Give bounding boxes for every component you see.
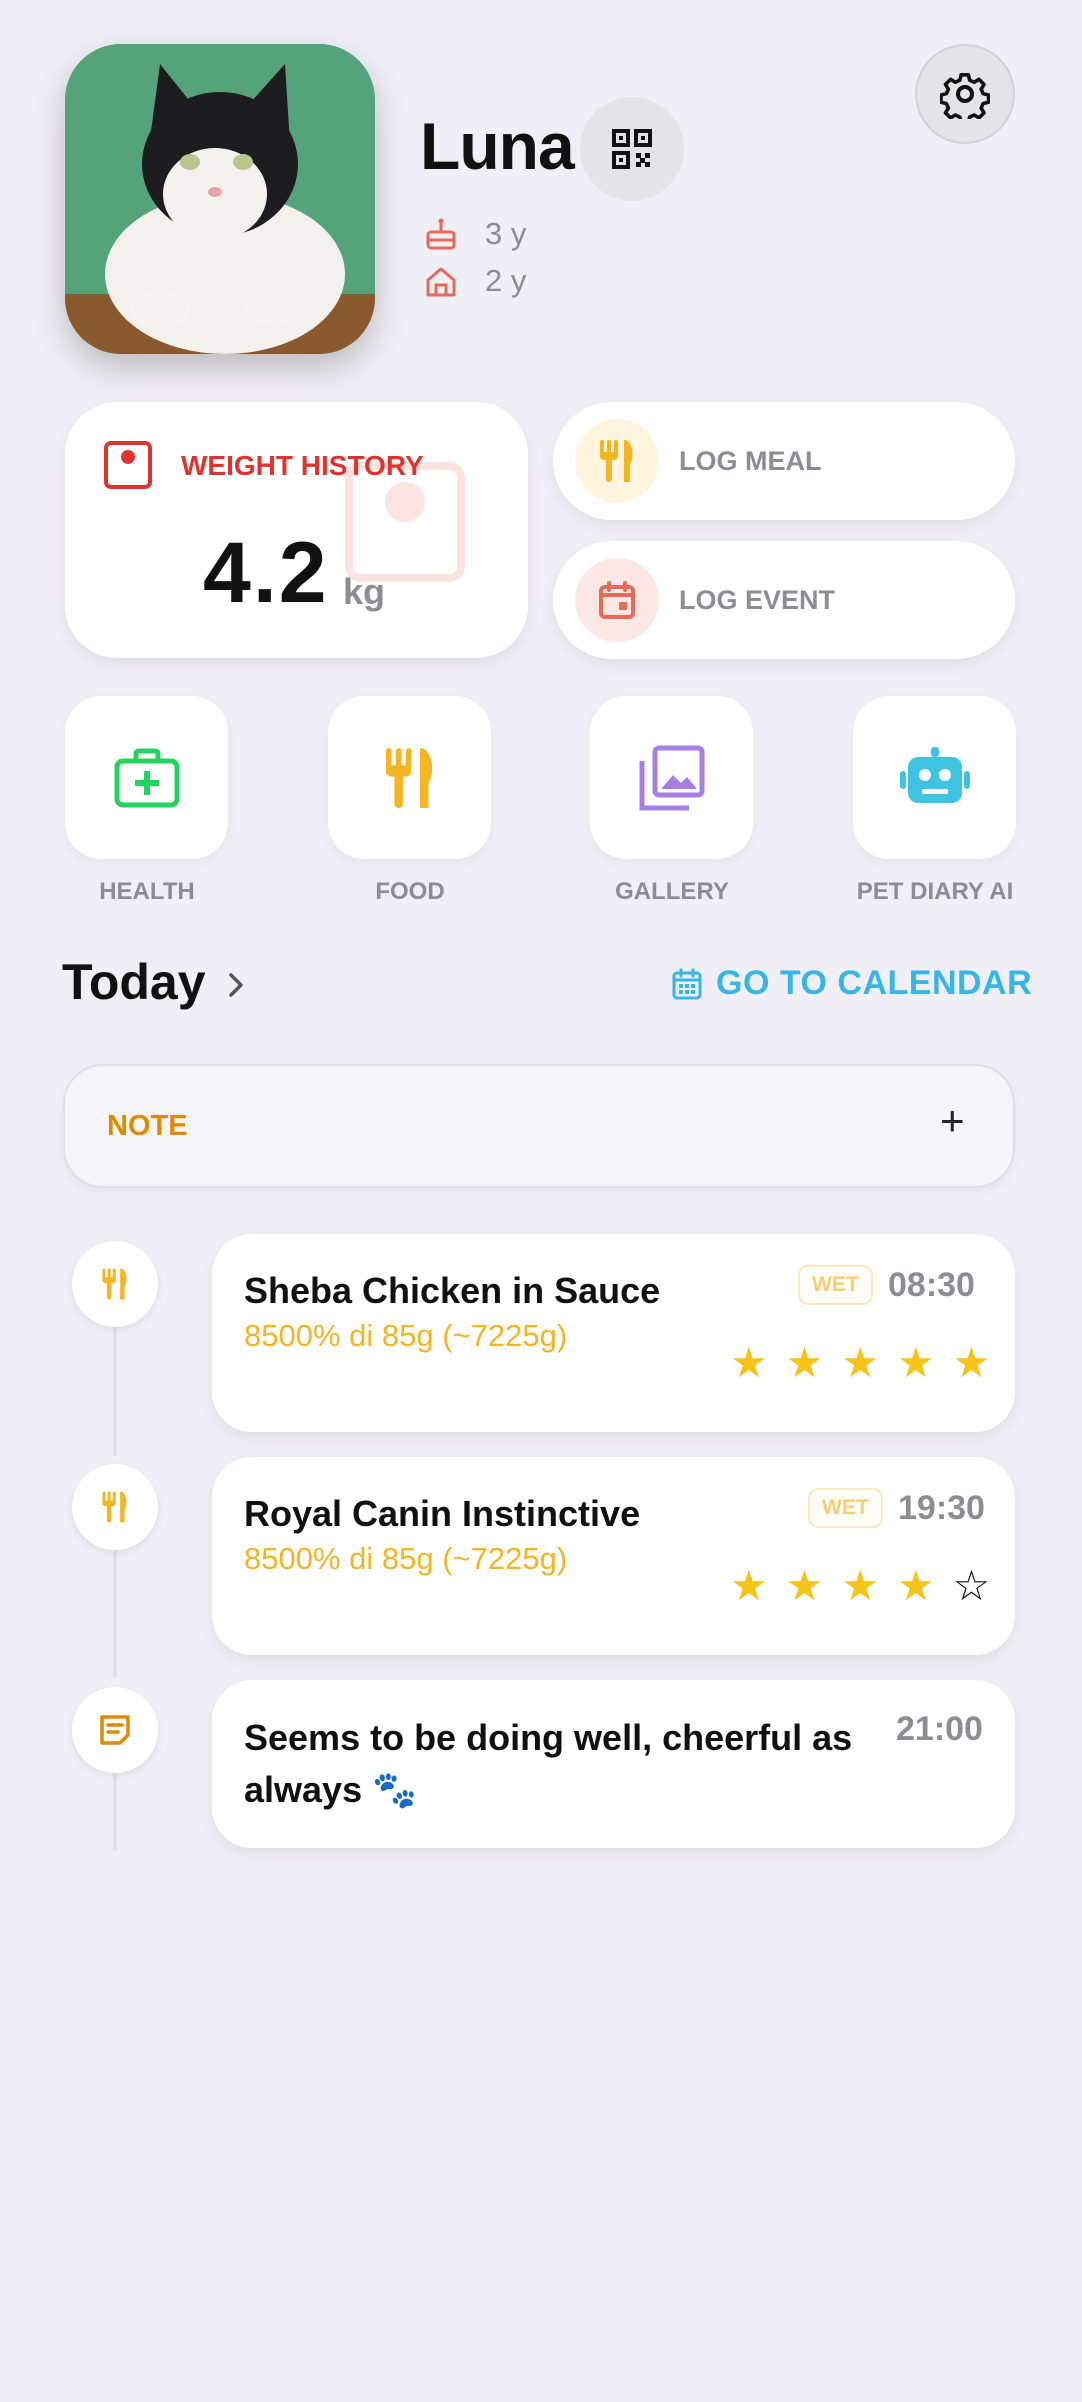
pet-age-row: 3 y — [423, 214, 526, 254]
cat-photo — [65, 44, 375, 354]
entry-portion: 8500% di 85g (~7225g) — [244, 1541, 568, 1576]
cake-icon — [426, 218, 456, 250]
pet-adoption-row: 2 y — [423, 261, 526, 301]
weight-unit: kg — [343, 571, 386, 612]
entry-note-text: Seems to be doing well, cheerful as alwa… — [244, 1717, 853, 1810]
star-empty-icon: ☆ — [952, 1562, 991, 1609]
log-meal-icon-wrap — [575, 419, 659, 503]
tile-pet-diary-ai-label: PET DIARY AI — [856, 878, 1014, 905]
tile-food-label: FOOD — [375, 878, 445, 905]
gallery-icon — [639, 745, 704, 810]
food-type-badge: WET — [798, 1265, 873, 1305]
tile-health[interactable] — [65, 696, 228, 859]
robot-icon — [899, 746, 970, 803]
log-meal-button[interactable]: LOG MEAL — [553, 402, 1015, 520]
note-card[interactable] — [63, 1064, 1015, 1188]
scale-icon — [104, 441, 152, 489]
entry-portion: 8500% di 85g (~7225g) — [244, 1318, 568, 1353]
entry-time: 08:30 — [888, 1266, 975, 1304]
pet-time-with-owner: 2 y — [485, 263, 527, 298]
log-meal-label: LOG MEAL — [679, 446, 822, 476]
pet-age: 3 y — [485, 216, 527, 251]
timeline-entry-meal[interactable]: Sheba Chicken in Sauce 8500% di 85g (~72… — [212, 1234, 1015, 1432]
star-filled-icon: ★ — [841, 1562, 879, 1609]
fork-knife-icon — [102, 1491, 127, 1523]
log-event-icon-wrap — [575, 558, 659, 642]
entry-time: 19:30 — [898, 1489, 985, 1527]
chevron-right-icon[interactable] — [225, 970, 247, 1000]
log-event-label: LOG EVENT — [679, 585, 836, 615]
timeline-meal-dot — [72, 1464, 158, 1550]
entry-title: Sheba Chicken in Sauce — [244, 1270, 661, 1311]
star-filled-icon: ★ — [896, 1339, 935, 1386]
settings-button[interactable] — [915, 44, 1015, 144]
add-note-button[interactable]: + — [940, 1100, 965, 1142]
fork-knife-icon — [102, 1268, 127, 1300]
tile-pet-diary-ai[interactable] — [853, 696, 1016, 859]
timeline-connector — [113, 1542, 117, 1678]
entry-time: 21:00 — [896, 1710, 983, 1748]
weight-value: 4.2 — [203, 525, 329, 621]
qr-code-icon — [612, 129, 652, 169]
rating-stars: ★ ★ ★ ★ ☆ — [730, 1565, 990, 1607]
tile-gallery[interactable] — [590, 696, 753, 859]
qr-code-button[interactable] — [580, 97, 684, 201]
star-filled-icon: ★ — [896, 1562, 935, 1609]
tile-gallery-label: GALLERY — [615, 878, 729, 905]
today-title-text: Today — [62, 954, 206, 1010]
entry-title: Royal Canin Instinctive — [244, 1493, 641, 1534]
weight-history-title: WEIGHT HISTORY — [181, 450, 424, 481]
medical-kit-icon — [114, 748, 179, 807]
star-filled-icon: ★ — [730, 1339, 768, 1386]
star-filled-icon: ★ — [730, 1562, 768, 1609]
pet-avatar[interactable] — [65, 44, 375, 354]
today-title[interactable]: Today — [62, 953, 206, 1011]
fork-knife-icon — [385, 747, 432, 808]
fork-knife-icon — [600, 440, 633, 482]
timeline-meal-dot — [72, 1241, 158, 1327]
calendar-event-icon — [599, 581, 635, 619]
food-type-badge: WET — [808, 1488, 883, 1528]
tile-health-label: HEALTH — [99, 878, 195, 905]
go-to-calendar-label: GO TO CALENDAR — [716, 964, 1033, 1002]
timeline-entry-note[interactable]: Seems to be doing well, cheerful as alwa… — [212, 1680, 1015, 1848]
star-filled-icon: ★ — [952, 1339, 991, 1386]
star-filled-icon: ★ — [785, 1562, 824, 1609]
calendar-icon — [672, 968, 702, 999]
go-to-calendar-link[interactable]: GO TO CALENDAR — [672, 964, 1032, 1003]
timeline-connector — [113, 1320, 117, 1456]
log-event-button[interactable]: LOG EVENT — [553, 541, 1015, 659]
timeline-note-dot — [72, 1687, 158, 1773]
timeline-entry-meal[interactable]: Royal Canin Instinctive 8500% di 85g (~7… — [212, 1457, 1015, 1655]
pet-name: Luna — [420, 109, 575, 183]
tile-food[interactable] — [328, 696, 491, 859]
timeline-connector — [113, 1766, 117, 1850]
note-icon — [100, 1715, 130, 1745]
star-filled-icon: ★ — [841, 1339, 879, 1386]
rating-stars: ★ ★ ★ ★ ★ — [730, 1342, 990, 1384]
gear-icon — [940, 73, 990, 119]
note-label: NOTE — [107, 1110, 188, 1142]
home-icon — [426, 267, 456, 297]
star-filled-icon: ★ — [785, 1339, 824, 1386]
